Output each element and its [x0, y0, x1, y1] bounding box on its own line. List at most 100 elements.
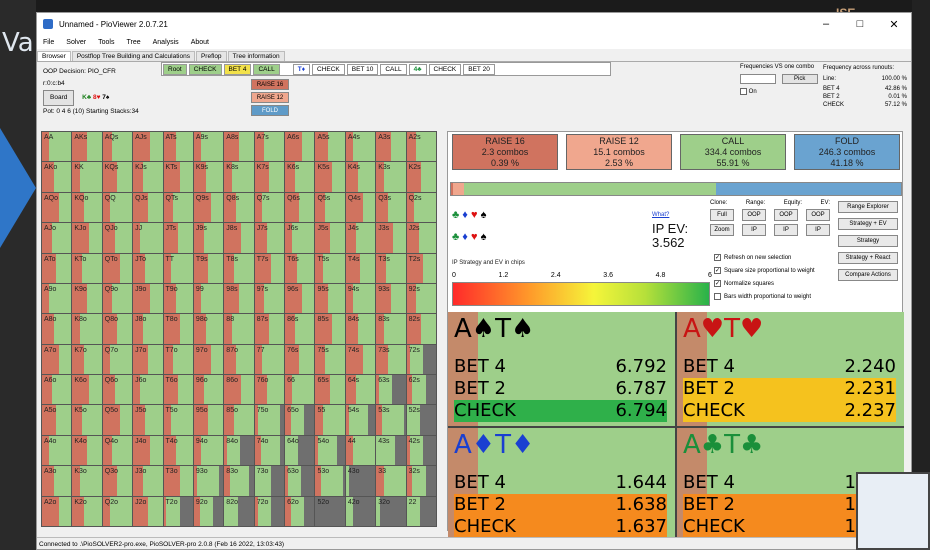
hand-cell[interactable]: 63s — [376, 375, 406, 405]
hand-cell[interactable]: 85s — [315, 314, 345, 344]
hand-cell[interactable]: 97s — [254, 283, 285, 314]
hand-cell[interactable]: Q8s — [224, 192, 254, 223]
hand-cell[interactable]: Q3s — [376, 192, 406, 223]
tab-browser[interactable]: Browser — [37, 51, 71, 61]
hand-cell[interactable]: 75s — [315, 344, 345, 375]
runout-card[interactable]: A♠T♠ BET 4 6.792 BET 2 6.787 CHECK 6.794 — [448, 312, 675, 426]
turn-call[interactable]: CALL — [380, 63, 407, 75]
hand-cell[interactable]: 87s — [254, 314, 285, 344]
menu-analysis[interactable]: Analysis — [147, 39, 185, 46]
hand-cell[interactable]: KTs — [163, 162, 193, 192]
hand-cell[interactable]: A3o — [42, 466, 72, 496]
hand-cell[interactable]: JTs — [163, 223, 193, 253]
river-bet-20[interactable]: BET 20 — [463, 63, 495, 75]
hand-cell[interactable]: J3s — [376, 223, 406, 253]
hand-cell[interactable]: 53o — [315, 466, 345, 496]
hand-cell[interactable]: JJ — [133, 223, 163, 253]
hand-cell[interactable]: KJs — [133, 162, 163, 192]
full-button[interactable]: Full — [710, 209, 734, 221]
hand-cell[interactable]: A7o — [42, 344, 72, 375]
hand-cell[interactable]: T4o — [163, 435, 193, 466]
hand-cell[interactable]: T9s — [193, 253, 224, 283]
hand-cell[interactable]: A4o — [42, 435, 72, 466]
hand-cell[interactable]: 52o — [315, 496, 345, 526]
hand-cell[interactable]: 32o — [376, 496, 406, 526]
hand-cell[interactable]: ATo — [42, 253, 72, 283]
maximize-button[interactable]: □ — [843, 18, 877, 31]
hand-cell[interactable]: 33 — [376, 466, 406, 496]
menu-tree[interactable]: Tree — [120, 39, 146, 46]
hand-cell[interactable]: 84s — [345, 314, 376, 344]
action-call[interactable]: CALL — [253, 63, 280, 75]
hand-cell[interactable]: Q4s — [345, 192, 376, 223]
hand-cell[interactable]: KK — [72, 162, 102, 192]
hand-cell[interactable]: 74s — [345, 344, 376, 375]
hand-cell[interactable]: A6s — [285, 132, 315, 162]
check-refresh[interactable]: ✓ Refresh on new selection — [714, 254, 791, 261]
what-link[interactable]: What? — [652, 208, 688, 222]
hand-cell[interactable]: 52s — [406, 405, 436, 435]
hand-cell[interactable]: T6o — [163, 375, 193, 405]
hand-cell[interactable]: 94o — [193, 435, 224, 466]
hand-cell[interactable]: A3s — [376, 132, 406, 162]
tab-tree-information[interactable]: Tree information — [227, 51, 285, 61]
hand-cell[interactable]: K3s — [376, 162, 406, 192]
strategy-react-button[interactable]: Strategy + React — [838, 252, 898, 264]
diamond-icon[interactable]: ♦ — [462, 209, 468, 221]
hand-cell[interactable]: 95o — [193, 405, 224, 435]
hand-cell[interactable]: T4s — [345, 253, 376, 283]
hand-cell[interactable]: Q2o — [102, 496, 133, 526]
tab-preflop[interactable]: Preflop — [195, 51, 227, 61]
on-checkbox[interactable] — [740, 88, 747, 95]
hand-cell[interactable]: AJs — [133, 132, 163, 162]
close-button[interactable]: ✕ — [877, 18, 911, 31]
strategy-ev-button[interactable]: Strategy + EV — [838, 218, 898, 230]
hand-cell[interactable]: 73s — [376, 344, 406, 375]
hand-cell[interactable]: 65o — [285, 405, 315, 435]
hand-cell[interactable]: Q3o — [102, 466, 133, 496]
hand-cell[interactable]: A6o — [42, 375, 72, 405]
hand-cell[interactable]: AQo — [42, 192, 72, 223]
strategy-button[interactable]: Strategy — [838, 235, 898, 247]
hand-cell[interactable]: J7s — [254, 223, 285, 253]
hand-cell[interactable]: 43o — [345, 466, 376, 496]
hand-cell[interactable]: 42s — [406, 435, 436, 466]
hand-cell[interactable]: 92s — [406, 283, 436, 314]
hand-cell[interactable]: 75o — [254, 405, 285, 435]
hand-cell[interactable]: A8s — [224, 132, 254, 162]
hand-cell[interactable]: K7s — [254, 162, 285, 192]
hand-cell[interactable]: 84o — [224, 435, 254, 466]
hand-cell[interactable]: 76o — [254, 375, 285, 405]
hand-cell[interactable]: K7o — [72, 344, 102, 375]
hand-cell[interactable]: T2o — [163, 496, 193, 526]
hand-cell[interactable]: 74o — [254, 435, 285, 466]
hand-cell[interactable]: A8o — [42, 314, 72, 344]
equity-ip-button[interactable]: IP — [774, 224, 798, 236]
hand-cell[interactable]: J4o — [133, 435, 163, 466]
hand-cell[interactable]: A9o — [42, 283, 72, 314]
hand-cell[interactable]: 32s — [406, 466, 436, 496]
hand-cell[interactable]: 54s — [345, 405, 376, 435]
hand-cell[interactable]: AJo — [42, 223, 72, 253]
summary-raise-12[interactable]: RAISE 12 15.1 combos 2.53 % — [566, 134, 672, 170]
runout-card[interactable]: A♥T♥ BET 4 2.240 BET 2 2.231 CHECK 2.237 — [677, 312, 904, 426]
hand-cell[interactable]: 94s — [345, 283, 376, 314]
hand-cell[interactable]: JTo — [133, 253, 163, 283]
option-raise-16[interactable]: RAISE 16 — [251, 79, 289, 90]
heart-icon[interactable]: ♥ — [471, 209, 478, 221]
hand-cell[interactable]: T8o — [163, 314, 193, 344]
river-card[interactable]: 4♣ — [408, 63, 427, 75]
hand-cell[interactable]: 73o — [254, 466, 285, 496]
hand-cell[interactable]: Q6o — [102, 375, 133, 405]
hand-cell[interactable]: J9s — [193, 223, 224, 253]
turn-check[interactable]: CHECK — [312, 63, 345, 75]
hand-cell[interactable]: QJo — [102, 223, 133, 253]
hand-cell[interactable]: T3s — [376, 253, 406, 283]
hand-cell[interactable]: KQs — [102, 162, 133, 192]
menu-about[interactable]: About — [185, 39, 215, 46]
hand-cell[interactable]: 55 — [315, 405, 345, 435]
hand-cell[interactable]: 66 — [285, 375, 315, 405]
hand-cell[interactable]: Q2s — [406, 192, 436, 223]
hand-cell[interactable]: Q7s — [254, 192, 285, 223]
hand-cell[interactable]: J6o — [133, 375, 163, 405]
